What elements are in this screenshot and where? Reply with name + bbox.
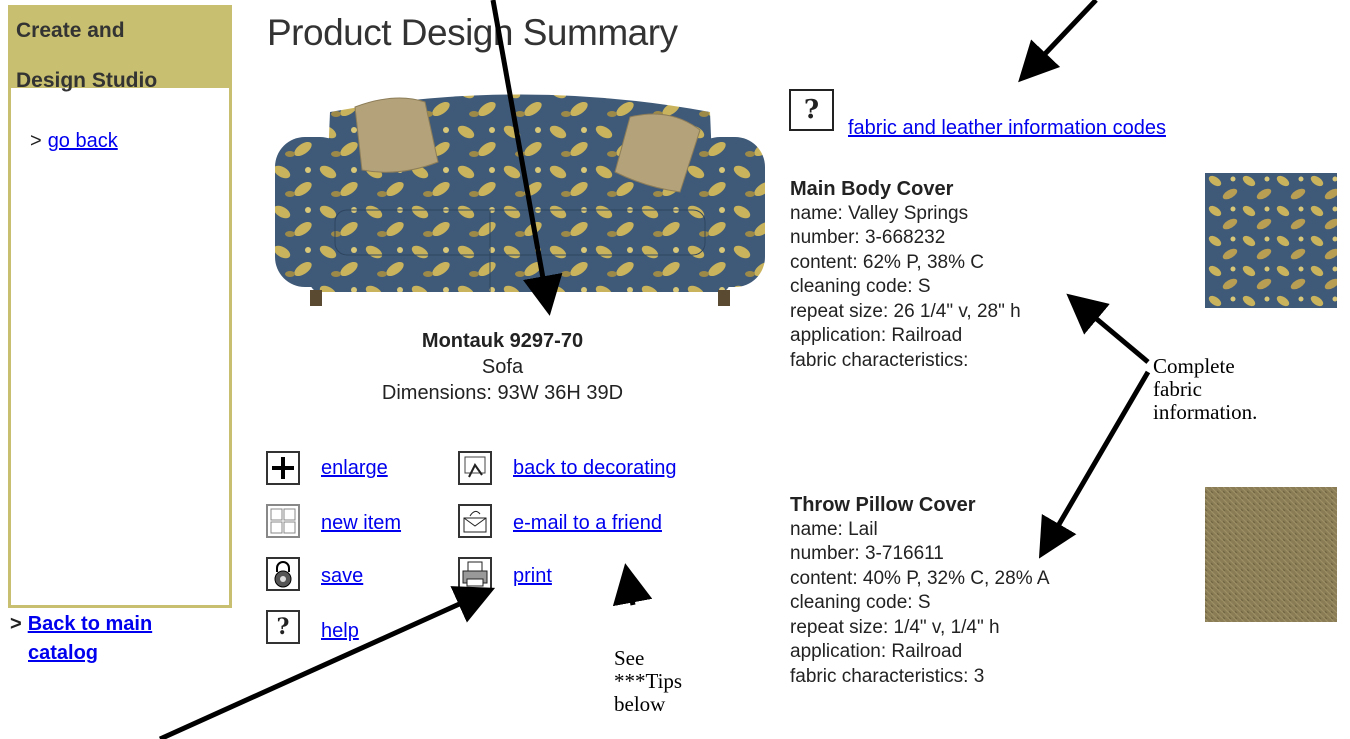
- arrow-to-product-name: [490, 0, 563, 316]
- arrow-to-print-icon: [158, 586, 496, 739]
- arrow-to-main-body-info: [1066, 293, 1150, 364]
- annotation-arrows: [158, 0, 1151, 739]
- arrow-to-email-link: [612, 563, 653, 607]
- arrow-to-pillow-info: [1038, 370, 1151, 559]
- arrow-to-fabric-codes: [1018, 0, 1098, 83]
